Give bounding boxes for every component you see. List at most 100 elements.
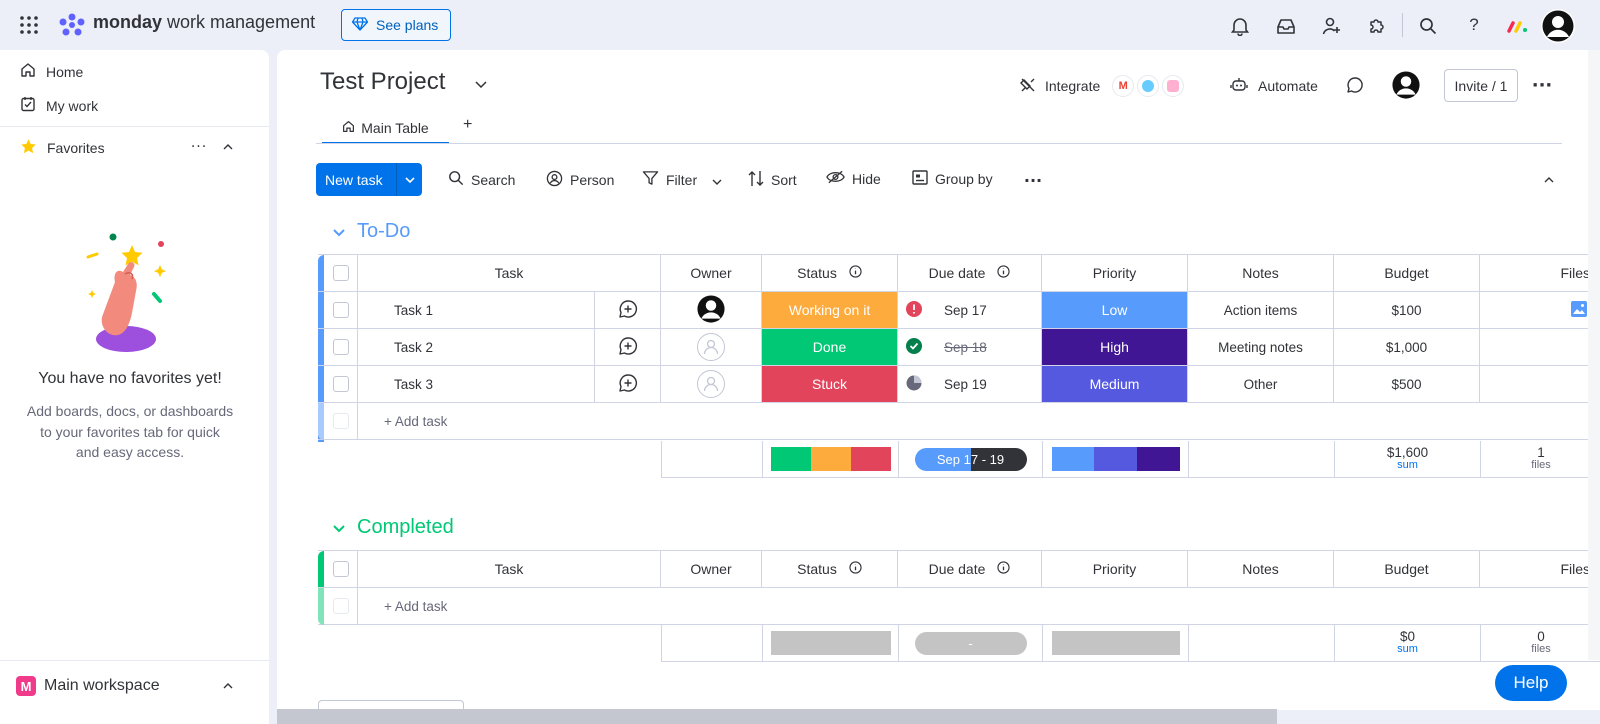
add-update-cell[interactable] xyxy=(595,329,661,365)
column-header-owner[interactable]: Owner xyxy=(661,551,762,587)
priority-distribution-bar[interactable] xyxy=(1051,631,1180,655)
column-header-owner[interactable]: Owner xyxy=(661,255,762,291)
column-header-task[interactable]: Task xyxy=(358,551,661,587)
sidebar-item-home[interactable]: Home xyxy=(20,62,83,81)
add-update-icon[interactable] xyxy=(618,373,638,396)
group-collapse-chevron-icon[interactable] xyxy=(333,516,345,539)
column-header-priority[interactable]: Priority xyxy=(1042,551,1188,587)
status-cell[interactable]: Working on it xyxy=(762,292,898,328)
group-todo-title[interactable]: To-Do xyxy=(357,220,410,243)
row-checkbox-cell[interactable] xyxy=(324,366,358,402)
priority-cell[interactable]: Low xyxy=(1042,292,1188,328)
files-cell[interactable] xyxy=(1480,292,1600,328)
notes-cell[interactable]: Other xyxy=(1188,366,1334,402)
invite-members-icon[interactable] xyxy=(1321,15,1343,37)
add-update-cell[interactable] xyxy=(595,292,661,328)
row-checkbox[interactable] xyxy=(332,376,349,392)
column-header-due-date[interactable]: Due date xyxy=(898,255,1042,291)
board-updates-icon[interactable] xyxy=(1345,75,1365,95)
brand-name[interactable]: monday work management xyxy=(93,12,315,33)
add-task-input[interactable]: + Add task xyxy=(358,588,1600,624)
priority-cell[interactable]: High xyxy=(1042,329,1188,365)
search-button[interactable]: Search xyxy=(448,170,515,189)
see-plans-button[interactable]: See plans xyxy=(341,9,451,41)
collapse-header-chevron-icon[interactable] xyxy=(1536,167,1562,193)
sidebar-item-favorites[interactable]: Favorites xyxy=(20,138,105,158)
summary-due-date-cell[interactable]: Sep 17 - 19 xyxy=(899,441,1043,477)
column-header-budget[interactable]: Budget xyxy=(1334,255,1480,291)
status-distribution-bar[interactable] xyxy=(770,631,891,655)
add-task-input[interactable]: + Add task xyxy=(358,403,1600,439)
tab-main-table[interactable]: Main Table xyxy=(322,114,449,144)
favorites-more-icon[interactable]: ··· xyxy=(189,137,209,157)
select-all-checkbox[interactable] xyxy=(332,561,349,577)
status-distribution-bar[interactable] xyxy=(770,447,891,471)
column-header-notes[interactable]: Notes xyxy=(1188,551,1334,587)
invite-button[interactable]: Invite / 1 xyxy=(1444,69,1518,102)
task-name-cell[interactable]: Task 3 xyxy=(358,366,595,402)
notes-cell[interactable]: Meeting notes xyxy=(1188,329,1334,365)
summary-status-cell[interactable] xyxy=(763,441,899,477)
inbox-icon[interactable] xyxy=(1275,15,1297,37)
select-all-checkbox[interactable] xyxy=(332,265,349,281)
sort-button[interactable]: Sort xyxy=(748,170,797,190)
search-icon[interactable] xyxy=(1417,15,1439,37)
column-header-files[interactable]: Files xyxy=(1480,551,1600,587)
select-all-checkbox-cell[interactable] xyxy=(324,551,358,587)
summary-priority-cell[interactable] xyxy=(1043,625,1189,661)
integrate-button[interactable]: Integrate M xyxy=(1019,74,1185,98)
automate-button[interactable]: Automate xyxy=(1230,74,1318,98)
board-title-chevron-icon[interactable] xyxy=(473,76,489,92)
board-owner-avatar[interactable] xyxy=(1391,70,1421,100)
board-more-icon[interactable]: ··· xyxy=(1531,75,1553,96)
toolbar-more-icon[interactable]: ··· xyxy=(1022,170,1044,190)
priority-distribution-bar[interactable] xyxy=(1051,447,1180,471)
add-update-icon[interactable] xyxy=(618,336,638,359)
info-icon[interactable] xyxy=(849,265,862,281)
due-date-cell[interactable]: Sep 18 xyxy=(898,329,1042,365)
image-file-icon[interactable] xyxy=(1570,300,1588,321)
add-update-icon[interactable] xyxy=(618,299,638,322)
new-task-dropdown-icon[interactable] xyxy=(397,176,422,183)
summary-budget-cell[interactable]: $1,600 sum xyxy=(1335,441,1481,477)
apps-grid-icon[interactable] xyxy=(18,14,40,36)
row-checkbox-cell[interactable] xyxy=(324,292,358,328)
group-completed-title[interactable]: Completed xyxy=(357,516,454,539)
person-filter-button[interactable]: Person xyxy=(546,170,614,190)
monday-logo-icon[interactable] xyxy=(58,12,86,38)
filter-button[interactable]: Filter xyxy=(642,170,722,189)
board-title[interactable]: Test Project xyxy=(320,68,445,96)
summary-priority-cell[interactable] xyxy=(1043,441,1189,477)
row-checkbox[interactable] xyxy=(332,339,349,355)
workspace-chevron-up-icon[interactable] xyxy=(220,678,236,694)
add-view-button[interactable]: + xyxy=(463,116,472,134)
column-header-due-date[interactable]: Due date xyxy=(898,551,1042,587)
owner-avatar[interactable] xyxy=(697,294,725,326)
owner-cell[interactable] xyxy=(661,329,762,365)
task-name-cell[interactable]: Task 2 xyxy=(358,329,595,365)
group-todo-header[interactable]: To-Do xyxy=(333,220,410,243)
empty-owner-icon[interactable] xyxy=(697,333,725,361)
info-icon[interactable] xyxy=(997,265,1011,281)
help-question-icon[interactable]: ? xyxy=(1463,14,1485,36)
sidebar-item-my-work[interactable]: My work xyxy=(20,96,98,115)
due-date-cell[interactable]: Sep 17 xyxy=(898,292,1042,328)
summary-budget-cell[interactable]: $0 sum xyxy=(1335,625,1481,661)
summary-due-date-cell[interactable]: - xyxy=(899,625,1043,661)
task-name-cell[interactable]: Task 1 xyxy=(358,292,595,328)
timeline-range-pill[interactable]: Sep 17 - 19 xyxy=(914,447,1027,471)
column-header-budget[interactable]: Budget xyxy=(1334,551,1480,587)
bell-icon[interactable] xyxy=(1229,15,1251,37)
group-by-button[interactable]: Group by xyxy=(912,170,993,188)
budget-cell[interactable]: $1,000 xyxy=(1334,329,1480,365)
budget-cell[interactable]: $500 xyxy=(1334,366,1480,402)
group-completed-header[interactable]: Completed xyxy=(333,516,454,539)
hide-button[interactable]: Hide xyxy=(826,170,881,187)
owner-cell[interactable] xyxy=(661,292,762,328)
horizontal-scrollbar[interactable] xyxy=(277,709,1277,724)
vertical-scrollbar[interactable] xyxy=(1588,50,1600,660)
row-checkbox[interactable] xyxy=(332,302,349,318)
favorites-collapse-chevron-icon[interactable] xyxy=(220,138,236,156)
timeline-range-pill[interactable]: - xyxy=(914,631,1027,655)
summary-files-cell[interactable]: 1 files xyxy=(1481,441,1600,477)
